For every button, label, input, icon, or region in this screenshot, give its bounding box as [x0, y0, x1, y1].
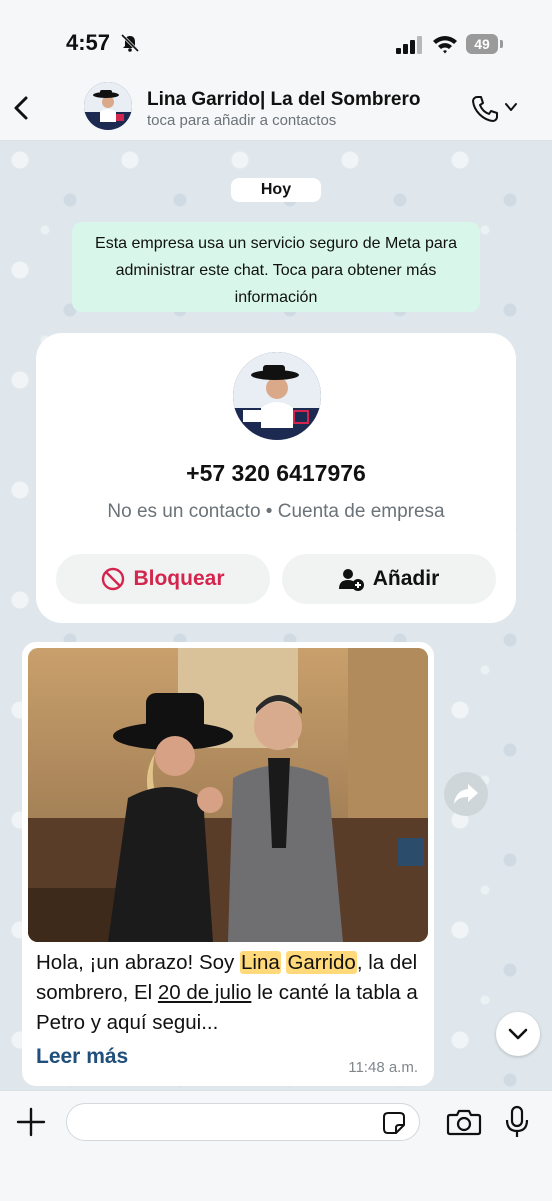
chevron-down-icon[interactable] [504, 100, 518, 114]
photo-image [28, 648, 428, 942]
date-chip: Hoy [231, 178, 321, 202]
date-link[interactable]: 20 de julio [158, 981, 251, 1004]
scroll-down-button[interactable] [496, 1012, 540, 1056]
message-time: 11:48 a.m. [348, 1059, 418, 1076]
read-more-link[interactable]: Leer más [36, 1045, 128, 1069]
phone-number: +57 320 6417976 [186, 460, 366, 486]
plus-icon[interactable] [16, 1107, 46, 1137]
message-bubble[interactable]: Hola, ¡un abrazo! Soy Lina Garrido, la d… [22, 642, 434, 1086]
signal-icon [396, 36, 422, 54]
highlight-name[interactable]: Lina [239, 951, 281, 974]
contact-name[interactable]: Lina Garrido| La del Sombrero [147, 89, 420, 111]
scroll-down-icon [508, 1028, 528, 1040]
camera-icon[interactable] [446, 1107, 482, 1137]
battery-level: 49 [466, 34, 498, 54]
contact-avatar[interactable] [84, 82, 132, 130]
forward-button[interactable] [444, 772, 488, 816]
message-photo[interactable] [28, 648, 428, 942]
highlight-surname[interactable]: Garrido [286, 951, 357, 974]
battery-icon: 49 [466, 34, 504, 54]
sticker-icon[interactable] [382, 1111, 406, 1135]
add-label: Añadir [372, 567, 440, 590]
input-bar [0, 1090, 552, 1201]
status-bar: 4:57 49 [0, 0, 552, 80]
message-text-part: Hola, ¡un abrazo! Soy [36, 951, 240, 974]
back-icon[interactable] [10, 92, 34, 124]
message-text: Hola, ¡un abrazo! Soy Lina Garrido, la d… [36, 948, 420, 1038]
mic-icon[interactable] [504, 1105, 530, 1139]
block-button[interactable]: Bloquear [56, 554, 270, 604]
secure-business-notice[interactable]: Esta empresa usa un servicio seguro de M… [72, 222, 480, 312]
add-contact-button[interactable]: Añadir [282, 554, 496, 604]
block-label: Bloquear [133, 567, 225, 590]
contact-avatar-large[interactable] [233, 352, 321, 440]
forward-icon [454, 784, 478, 804]
chat-header: Lina Garrido| La del Sombrero toca para … [0, 80, 552, 141]
avatar-portrait-icon [233, 352, 321, 440]
bell-mute-icon [120, 34, 140, 52]
message-input[interactable] [66, 1103, 420, 1141]
contact-info: No es un contacto • Cuenta de empresa [107, 501, 445, 522]
wifi-icon [433, 36, 457, 54]
contact-subtitle[interactable]: toca para añadir a contactos [147, 112, 336, 129]
status-time: 4:57 [66, 30, 111, 55]
phone-icon[interactable] [470, 94, 500, 124]
block-icon [102, 567, 125, 591]
avatar-portrait-icon [84, 82, 132, 130]
contact-card: +57 320 6417976 No es un contacto • Cuen… [36, 333, 516, 623]
add-contact-icon [338, 569, 364, 591]
